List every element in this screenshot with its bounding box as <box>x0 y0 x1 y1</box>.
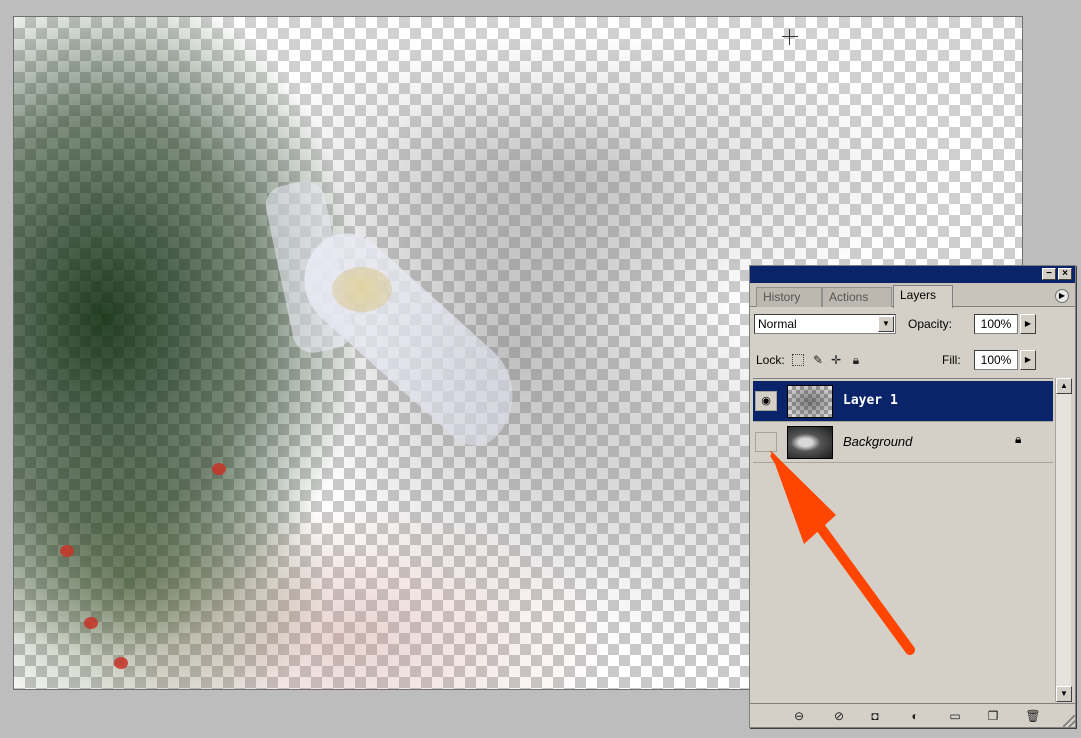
red-flower <box>60 545 74 557</box>
tab-actions[interactable]: Actions <box>822 287 892 307</box>
layer-thumbnail <box>787 426 833 459</box>
tab-layers[interactable]: Layers <box>893 285 953 308</box>
lock-row: Lock: ✎ ✛ 🔒︎ Fill: 100% ▶ <box>754 348 1071 372</box>
layer-style-icon[interactable]: ⊘ <box>830 707 848 725</box>
adjustment-layer-icon[interactable]: ◐ <box>906 707 924 725</box>
fill-slider-arrow-icon[interactable]: ▶ <box>1020 350 1036 370</box>
lock-transparency-icon[interactable] <box>792 354 804 366</box>
layers-palette: − × History Actions Layers ▶ Normal ▼ Op… <box>749 265 1076 728</box>
opacity-input[interactable]: 100% <box>974 314 1018 334</box>
palette-title-bar[interactable]: − × <box>750 266 1075 283</box>
crosshair-cursor-icon <box>782 29 798 45</box>
fill-label: Fill: <box>942 353 961 367</box>
scroll-up-icon[interactable]: ▲ <box>1056 378 1072 394</box>
fill-input[interactable]: 100% <box>974 350 1018 370</box>
layers-list: ◉ Layer 1 Background 🔒︎ <box>753 378 1053 702</box>
lock-icon: 🔒︎ <box>1015 432 1022 446</box>
blend-mode-select[interactable]: Normal ▼ <box>754 314 896 334</box>
close-icon[interactable]: × <box>1058 268 1072 280</box>
blend-row: Normal ▼ Opacity: 100% ▶ <box>754 314 1071 336</box>
lock-image-brush-icon[interactable]: ✎ <box>810 352 826 368</box>
trash-icon[interactable]: 🗑︎ <box>1024 707 1042 725</box>
layer-thumbnail <box>787 385 833 418</box>
layer-name: Layer 1 <box>843 393 898 408</box>
link-icon[interactable]: ⊖ <box>790 707 808 725</box>
opacity-label: Opacity: <box>908 317 953 331</box>
mask-icon[interactable]: ◘ <box>866 707 884 725</box>
lock-all-icon[interactable]: 🔒︎ <box>848 352 864 368</box>
scroll-down-icon[interactable]: ▼ <box>1056 686 1072 702</box>
folder-icon[interactable]: ▭ <box>946 707 964 725</box>
layer-row-layer-1[interactable]: ◉ Layer 1 <box>753 381 1053 422</box>
opacity-slider-arrow-icon[interactable]: ▶ <box>1020 314 1036 334</box>
red-flower <box>212 463 226 475</box>
minimize-icon[interactable]: − <box>1042 268 1056 280</box>
palette-bottom-bar: ⊖ ⊘ ◘ ◐ ▭ ❐ 🗑︎ <box>750 703 1075 727</box>
new-layer-icon[interactable]: ❐ <box>984 707 1002 725</box>
bouquet-shape <box>332 267 392 312</box>
tab-history[interactable]: History <box>756 287 822 307</box>
layer-name: Background <box>843 434 913 449</box>
red-flower <box>84 617 98 629</box>
resize-grip-icon[interactable] <box>1063 715 1075 727</box>
palette-tabs: History Actions Layers ▶ <box>750 283 1075 308</box>
lock-label: Lock: <box>756 353 785 367</box>
layer-row-background[interactable]: Background 🔒︎ <box>753 422 1053 463</box>
blend-mode-value: Normal <box>758 317 797 331</box>
palette-menu-icon[interactable]: ▶ <box>1055 289 1069 303</box>
lock-position-move-icon[interactable]: ✛ <box>828 352 844 368</box>
visibility-toggle-empty[interactable] <box>755 432 777 452</box>
chevron-down-icon[interactable]: ▼ <box>878 316 894 332</box>
red-flower <box>114 657 128 669</box>
eye-icon[interactable]: ◉ <box>755 391 777 411</box>
layers-scrollbar[interactable]: ▲ ▼ <box>1055 378 1072 702</box>
